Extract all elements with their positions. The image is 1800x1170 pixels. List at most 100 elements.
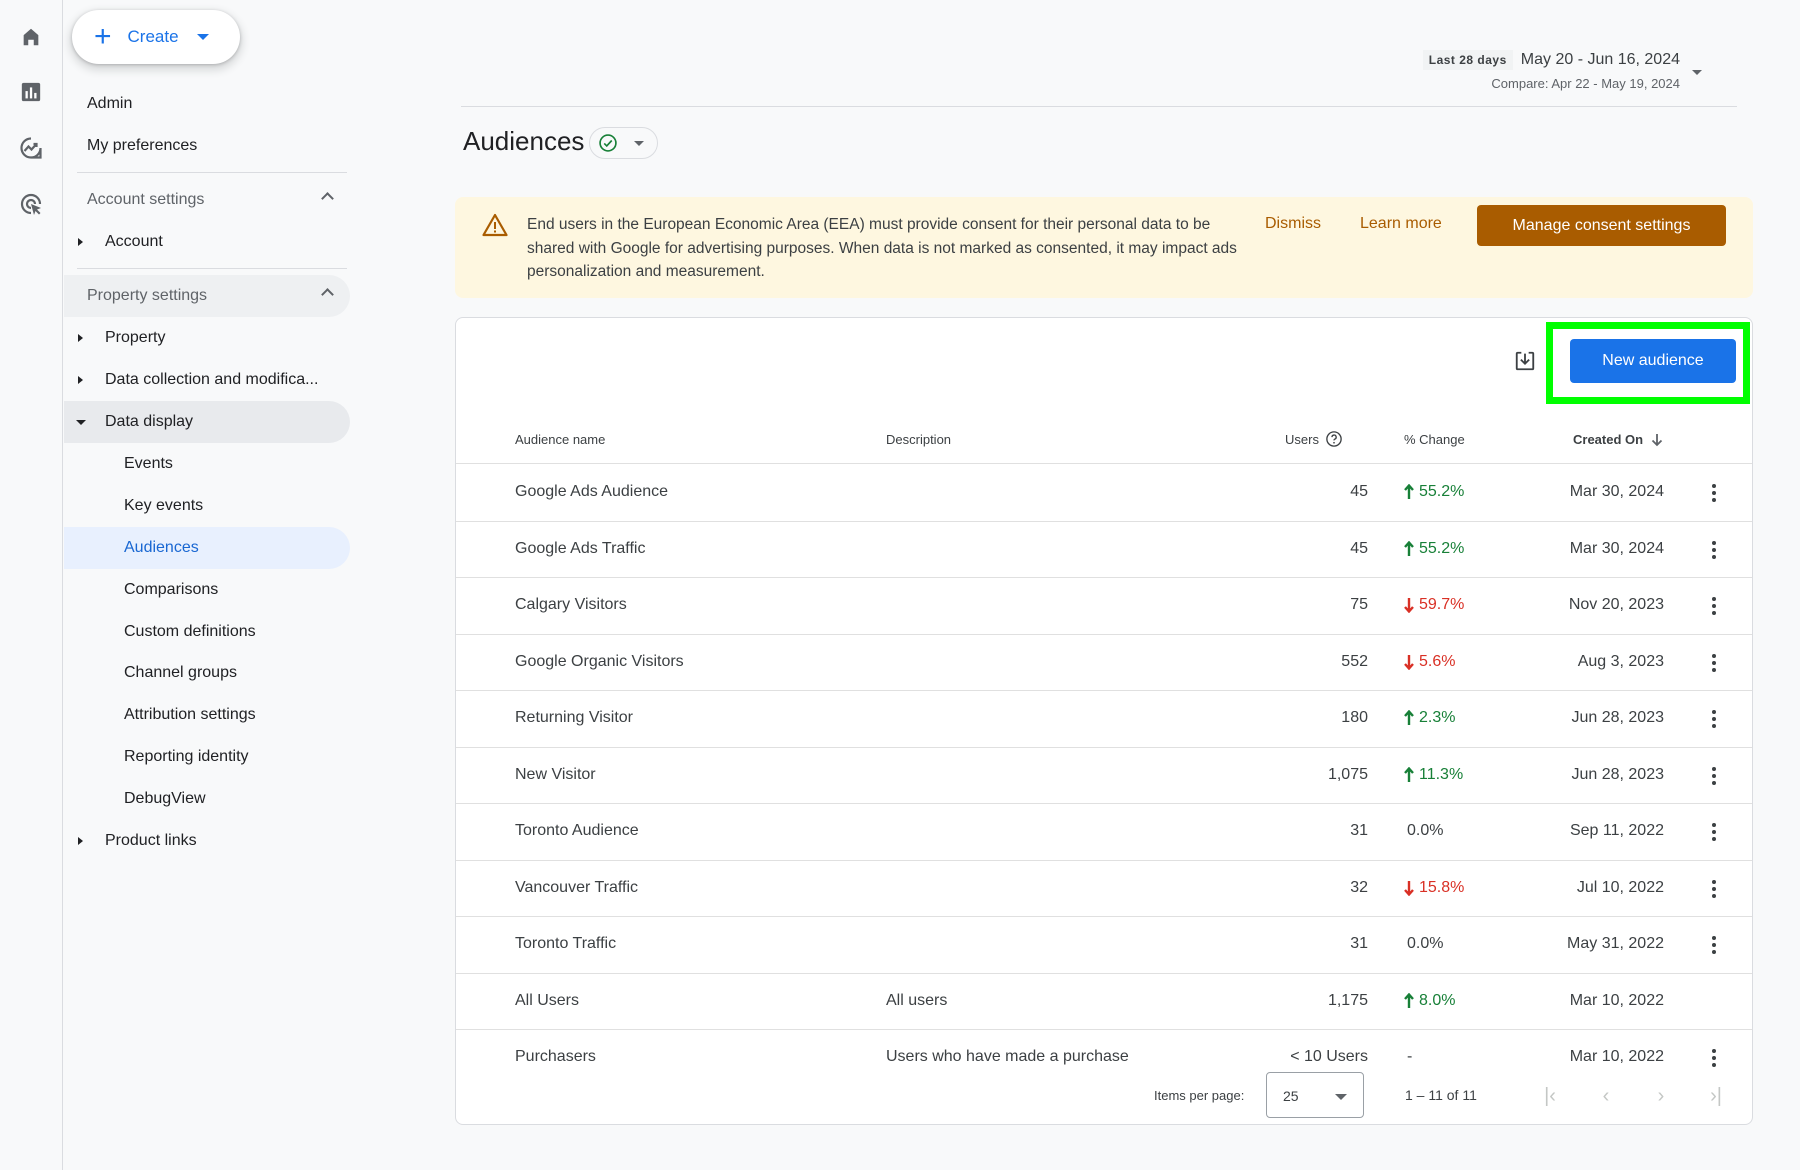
audience-description: Users who have made a purchase [886,1048,1129,1065]
audience-name[interactable]: Toronto Audience [515,822,639,840]
nav-attribution-settings[interactable]: Attribution settings [64,694,350,736]
table-row[interactable]: New Visitor 1,075 11.3% Jun 28, 2023 [456,748,1752,804]
audience-created-on: Jun 28, 2023 [1571,709,1664,726]
table-row[interactable]: All Users All users 1,175 8.0% Mar 10, 2022 [456,974,1752,1030]
column-header-description[interactable]: Description [886,432,951,447]
more-vert-icon[interactable] [1702,707,1726,731]
table-row[interactable]: Returning Visitor 180 2.3% Jun 28, 2023 [456,691,1752,748]
nav-data-collection[interactable]: Data collection and modifica... [64,359,350,401]
table-row[interactable]: Toronto Traffic 31 0.0% May 31, 2022 [456,917,1752,974]
nav-product-links[interactable]: Product links [64,820,350,862]
date-range-caret-icon[interactable] [1692,70,1702,75]
audience-name[interactable]: Toronto Traffic [515,935,616,953]
audience-name[interactable]: Calgary Visitors [515,596,627,614]
more-vert-icon[interactable] [1702,764,1726,788]
column-header-users[interactable]: Users [1285,430,1343,448]
nav-audiences[interactable]: Audiences [64,527,350,569]
nav-admin[interactable]: Admin [64,83,350,125]
home-icon[interactable] [18,24,44,50]
first-page-button[interactable]: |‹ [1536,1082,1564,1110]
audience-change: 8.0% [1404,992,1455,1010]
arrow-down-icon [1404,598,1414,613]
nav-events[interactable]: Events [64,443,350,485]
last-page-button[interactable]: ›| [1702,1082,1730,1110]
audience-change: 0.0% [1404,935,1443,953]
more-vert-icon[interactable] [1702,1046,1726,1070]
table-row[interactable]: Toronto Audience 31 0.0% Sep 11, 2022 [456,804,1752,861]
chevron-up-icon [321,192,334,205]
nav-property[interactable]: Property [64,317,350,359]
caret-down-icon [1335,1094,1347,1100]
audience-created-on: Nov 20, 2023 [1568,596,1664,613]
audience-change: 15.8% [1404,879,1464,897]
audience-users: 1,075 [1327,765,1368,783]
more-vert-icon[interactable] [1702,538,1726,562]
nav-reporting-identity[interactable]: Reporting identity [64,736,350,778]
nav-data-display[interactable]: Data display [64,401,350,443]
column-header-users-label: Users [1285,431,1319,447]
audience-name[interactable]: New Visitor [515,766,596,784]
audience-name[interactable]: Vancouver Traffic [515,879,638,897]
app-rail [0,0,63,1170]
more-vert-icon[interactable] [1702,933,1726,957]
audience-name[interactable]: All Users [515,992,579,1010]
arrow-up-icon [1404,766,1414,782]
audience-name[interactable]: Purchasers [515,1048,596,1066]
new-audience-button[interactable]: New audience [1570,339,1736,383]
audience-change-value: 15.8% [1419,878,1465,896]
nav-comparisons[interactable]: Comparisons [64,569,350,611]
column-header-name[interactable]: Audience name [515,432,605,447]
nav-debugview[interactable]: DebugView [64,778,350,820]
audience-name[interactable]: Google Ads Traffic [515,540,645,558]
previous-page-button[interactable]: ‹ [1592,1082,1620,1110]
manage-consent-settings-button[interactable]: Manage consent settings [1477,205,1726,246]
audience-name[interactable]: Returning Visitor [515,709,633,727]
nav-property-label: Property [105,329,166,346]
explore-icon[interactable] [18,135,44,161]
create-button[interactable]: + Create [72,10,240,64]
audience-created-on: Mar 10, 2022 [1569,1048,1664,1065]
table-row[interactable]: Google Organic Visitors 552 5.6% Aug 3, 202… [456,635,1752,691]
more-vert-icon[interactable] [1702,594,1726,618]
more-vert-icon[interactable] [1702,481,1726,505]
reports-icon[interactable] [18,79,44,105]
audience-users: < 10 Users [1290,1048,1368,1065]
title-status-dropdown[interactable] [589,127,658,159]
arrow-down-icon [1404,654,1414,670]
column-header-created[interactable]: Created On [1573,432,1663,447]
table-row[interactable]: Calgary Visitors 75 59.7% Nov 20, 2023 [456,578,1752,635]
nav-key-events[interactable]: Key events [64,485,350,527]
audience-name[interactable]: Google Ads Audience [515,483,668,501]
nav-account-settings[interactable]: Account settings [64,179,350,221]
audience-change-value: 55.2% [1419,539,1465,557]
download-icon [1515,351,1535,371]
dismiss-button[interactable]: Dismiss [1265,215,1321,233]
nav-account[interactable]: Account [64,221,350,263]
table-row[interactable]: Google Ads Traffic 45 55.2% Mar 30, 2024 [456,522,1752,578]
more-vert-icon[interactable] [1702,651,1726,675]
table-row[interactable]: Google Ads Audience 45 55.2% Mar 30, 2024 [456,465,1752,522]
download-button[interactable] [1512,348,1538,374]
more-vert-icon[interactable] [1702,820,1726,844]
audience-name[interactable]: Google Organic Visitors [515,653,684,671]
items-per-page-select[interactable]: 25 [1266,1072,1364,1118]
audiences-table-card: New audience Audience name Description U… [455,317,1753,1125]
nav-custom-definitions[interactable]: Custom definitions [64,611,350,653]
date-range-picker[interactable]: Last 28 days May 20 - Jun 16, 2024 Compa… [1422,50,1680,91]
nav-my-preferences[interactable]: My preferences [64,125,350,167]
table-row[interactable]: Vancouver Traffic 32 15.8% Jul 10, 2022 [456,861,1752,917]
help-icon[interactable] [1325,430,1343,448]
nav-property-settings[interactable]: Property settings [64,275,350,317]
arrow-up-icon [1404,484,1414,499]
more-vert-icon[interactable] [1702,877,1726,901]
next-page-button[interactable]: › [1647,1082,1675,1110]
audience-change-value: 5.6% [1419,652,1456,670]
create-label: Create [127,27,179,46]
column-header-change[interactable]: % Change [1404,432,1465,447]
consent-warning-banner: End users in the European Economic Area … [455,197,1753,298]
learn-more-link[interactable]: Learn more [1360,215,1442,233]
advertising-icon[interactable] [18,191,44,217]
nav-product-links-label: Product links [105,832,197,849]
date-range-text: May 20 - Jun 16, 2024 [1520,51,1680,68]
nav-channel-groups[interactable]: Channel groups [64,652,350,694]
